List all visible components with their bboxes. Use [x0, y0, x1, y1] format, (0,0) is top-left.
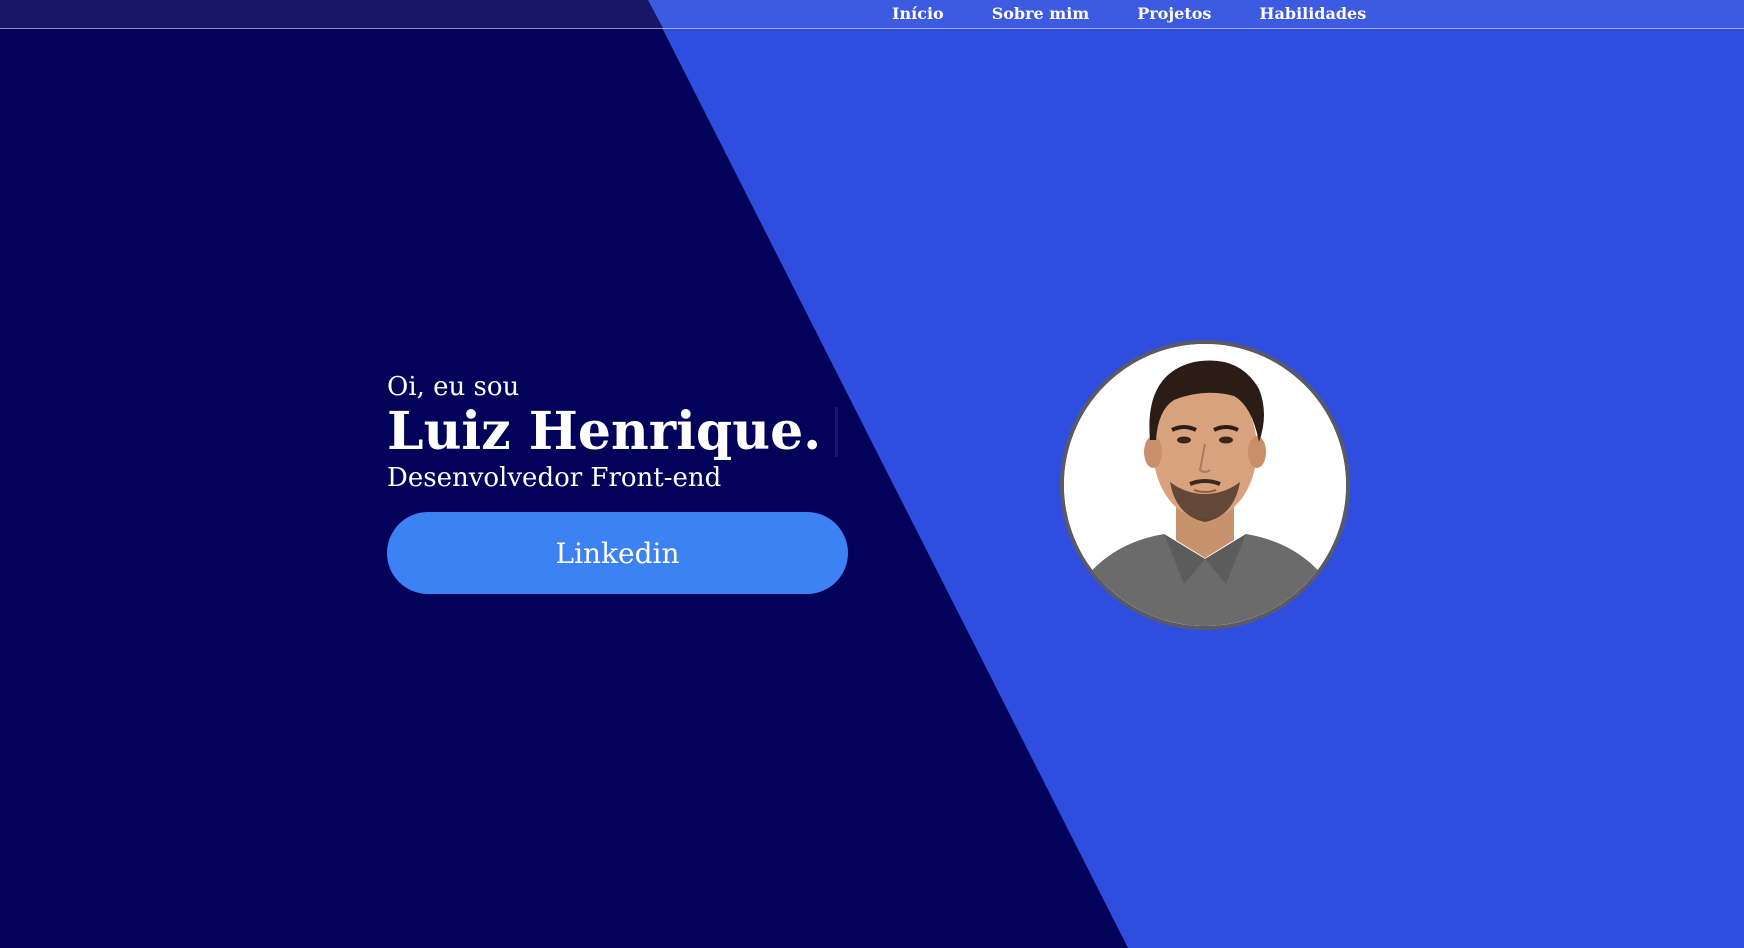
dark-diagonal-panel — [0, 0, 1128, 948]
hero-greeting: Oi, eu sou — [387, 372, 520, 402]
hero-intro: Oi, eu sou Luiz Henrique. Desenvolvedor … — [387, 370, 839, 494]
typing-cursor — [835, 407, 839, 457]
nav-link-habilidades[interactable]: Habilidades — [1259, 4, 1366, 23]
avatar — [1060, 340, 1350, 630]
linkedin-button[interactable]: Linkedin — [387, 512, 848, 594]
profile-photo-icon — [1064, 344, 1346, 626]
nav-link-inicio[interactable]: Início — [892, 4, 944, 23]
hero-name-line: Luiz Henrique. — [387, 401, 839, 462]
nav-link-projetos[interactable]: Projetos — [1137, 4, 1211, 23]
portfolio-page: Início Sobre mim Projetos Habilidades Oi… — [0, 0, 1744, 948]
hero-role: Desenvolvedor Front-end — [387, 463, 722, 493]
nav-link-sobre-mim[interactable]: Sobre mim — [992, 4, 1090, 23]
nav-links: Início Sobre mim Projetos Habilidades — [892, 4, 1414, 23]
top-navbar: Início Sobre mim Projetos Habilidades — [0, 0, 1744, 29]
hero-name: Luiz Henrique. — [387, 401, 822, 462]
